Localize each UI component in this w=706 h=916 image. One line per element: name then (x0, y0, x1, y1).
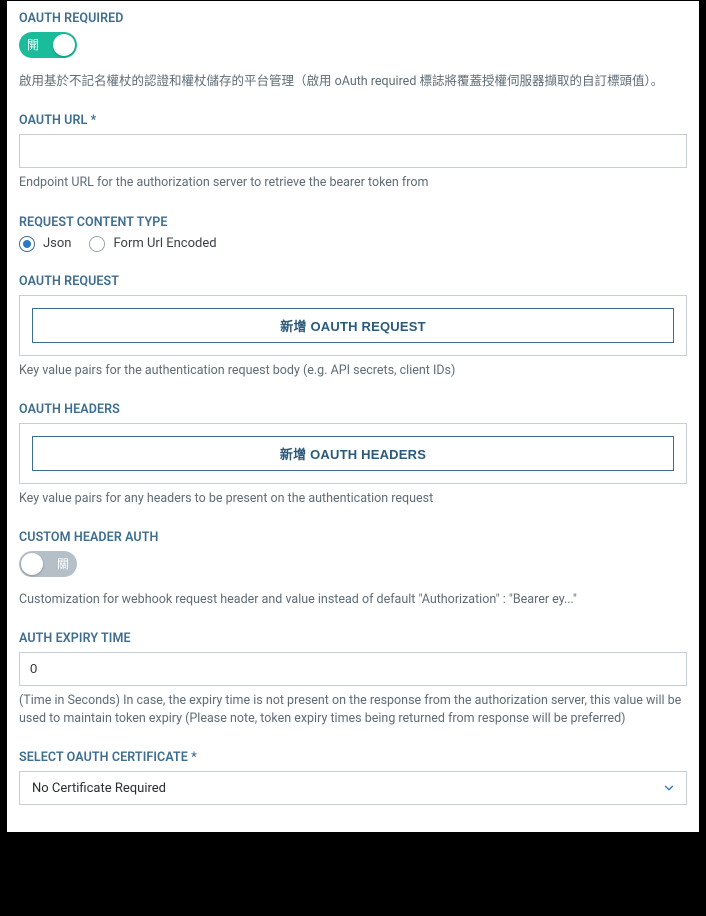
custom-header-auth-label: CUSTOM HEADER AUTH (19, 530, 687, 545)
radio-circle-icon (89, 236, 105, 252)
oauth-headers-label: OAUTH HEADERS (19, 402, 687, 417)
oauth-request-helper: Key value pairs for the authentication r… (19, 362, 687, 380)
section-oauth-headers: OAUTH HEADERS 新增 OAUTH HEADERS Key value… (19, 402, 687, 508)
request-content-type-label: REQUEST CONTENT TYPE (19, 215, 687, 230)
select-oauth-certificate-dropdown[interactable]: No Certificate Required (19, 771, 687, 805)
radio-json-label: Json (43, 236, 71, 251)
oauth-request-box: 新增 OAUTH REQUEST (19, 295, 687, 356)
auth-expiry-time-label: AUTH EXPIRY TIME (19, 631, 687, 646)
section-oauth-url: OAUTH URL * Endpoint URL for the authori… (19, 113, 687, 192)
oauth-required-toggle-text: 開 (27, 32, 39, 58)
auth-expiry-time-helper: (Time in Seconds) In case, the expiry ti… (19, 692, 687, 728)
toggle-knob (21, 553, 43, 575)
chevron-down-icon (662, 781, 676, 795)
radio-circle-icon (19, 236, 35, 252)
auth-expiry-time-input[interactable] (19, 652, 687, 686)
custom-header-auth-toggle-text: 關 (57, 551, 69, 577)
oauth-required-label: OAUTH REQUIRED (19, 11, 687, 26)
select-oauth-certificate-value: No Certificate Required (32, 781, 166, 796)
custom-header-auth-toggle[interactable]: 關 (19, 551, 77, 577)
section-custom-header-auth: CUSTOM HEADER AUTH 關 Customization for w… (19, 530, 687, 609)
radio-json[interactable]: Json (19, 236, 71, 252)
custom-header-auth-helper: Customization for webhook request header… (19, 591, 687, 609)
request-content-type-radio-group: Json Form Url Encoded (19, 236, 687, 252)
oauth-url-label: OAUTH URL * (19, 113, 687, 128)
section-select-oauth-certificate: SELECT OAUTH CERTIFICATE * No Certificat… (19, 750, 687, 805)
oauth-headers-box: 新增 OAUTH HEADERS (19, 423, 687, 484)
add-oauth-request-button[interactable]: 新增 OAUTH REQUEST (32, 308, 674, 343)
section-auth-expiry-time: AUTH EXPIRY TIME (Time in Seconds) In ca… (19, 631, 687, 728)
oauth-required-helper: 啟用基於不記名權杖的認證和權杖儲存的平台管理（啟用 oAuth required… (19, 72, 687, 91)
section-oauth-required: OAUTH REQUIRED 開 啟用基於不記名權杖的認證和權杖儲存的平台管理（… (19, 11, 687, 91)
oauth-url-input[interactable] (19, 134, 687, 168)
add-oauth-headers-button[interactable]: 新增 OAUTH HEADERS (32, 436, 674, 471)
form-panel: OAUTH REQUIRED 開 啟用基於不記名權杖的認證和權杖儲存的平台管理（… (6, 0, 700, 833)
radio-form-url-encoded[interactable]: Form Url Encoded (89, 236, 216, 252)
toggle-knob (53, 34, 75, 56)
oauth-request-label: OAUTH REQUEST (19, 274, 687, 289)
oauth-headers-helper: Key value pairs for any headers to be pr… (19, 490, 687, 508)
oauth-required-toggle[interactable]: 開 (19, 32, 77, 58)
select-oauth-certificate-label: SELECT OAUTH CERTIFICATE * (19, 750, 687, 765)
section-oauth-request: OAUTH REQUEST 新增 OAUTH REQUEST Key value… (19, 274, 687, 380)
oauth-url-helper: Endpoint URL for the authorization serve… (19, 174, 687, 192)
section-request-content-type: REQUEST CONTENT TYPE Json Form Url Encod… (19, 215, 687, 252)
radio-form-label: Form Url Encoded (113, 236, 216, 251)
